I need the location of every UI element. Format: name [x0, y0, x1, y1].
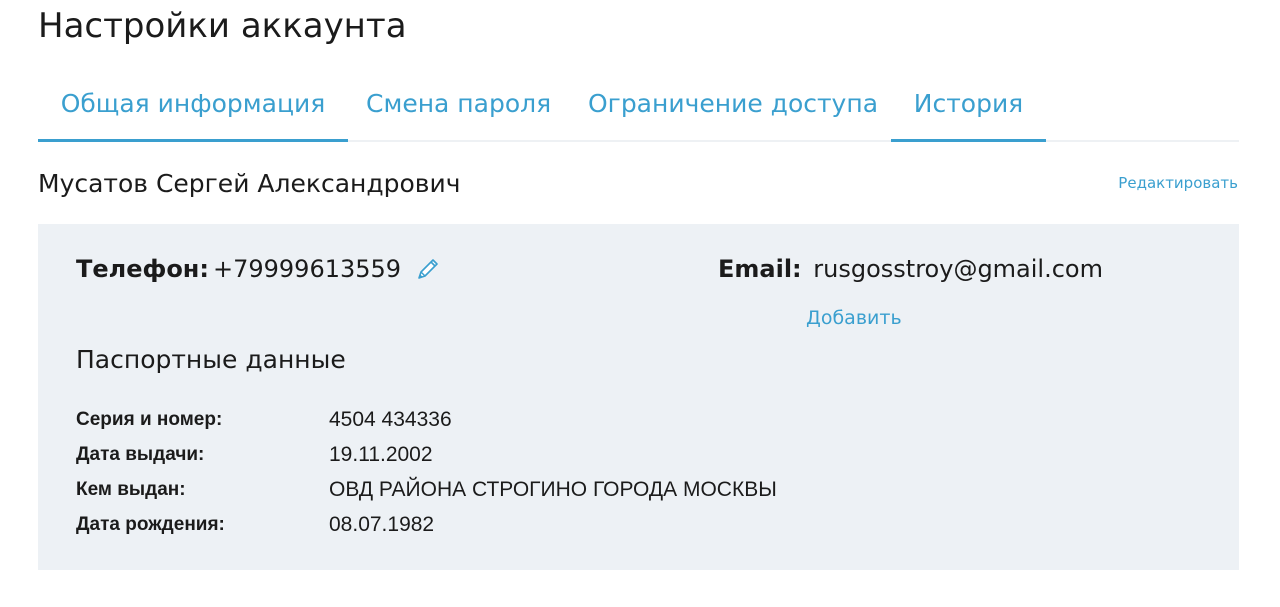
passport-value: 4504 434336	[329, 408, 452, 431]
pencil-icon[interactable]	[415, 256, 441, 282]
passport-value: 08.07.1982	[329, 513, 435, 536]
passport-row-issued-by: Кем выдан: ОВД РАЙОНА СТРОГИНО ГОРОДА МО…	[76, 472, 777, 507]
passport-label: Дата выдачи:	[76, 444, 205, 465]
tab-change-password[interactable]: Смена пароля	[366, 78, 551, 142]
passport-value: ОВД РАЙОНА СТРОГИНО ГОРОДА МОСКВЫ	[329, 478, 777, 501]
email-label: Email:	[718, 255, 802, 283]
passport-details: Серия и номер: 4504 434336 Дата выдачи: …	[76, 402, 777, 542]
passport-label: Дата рождения:	[76, 514, 225, 535]
phone-label: Телефон:	[76, 255, 209, 283]
edit-profile-link[interactable]: Редактировать	[1118, 172, 1238, 194]
tab-general-info[interactable]: Общая информация	[38, 78, 348, 142]
phone-value: +79999613559	[212, 255, 402, 283]
email-value: rusgosstroy@gmail.com	[813, 255, 1103, 283]
passport-section-title: Паспортные данные	[76, 345, 346, 374]
tab-history[interactable]: История	[891, 78, 1046, 142]
page-title: Настройки аккаунта	[38, 6, 407, 46]
passport-label: Серия и номер:	[76, 409, 223, 430]
add-email-link[interactable]: Добавить	[806, 304, 902, 332]
passport-row-birth-date: Дата рождения: 08.07.1982	[76, 507, 777, 542]
passport-row-issue-date: Дата выдачи: 19.11.2002	[76, 437, 777, 472]
passport-row-number: Серия и номер: 4504 434336	[76, 402, 777, 437]
tab-bar: Общая информация Смена пароля Ограничени…	[38, 78, 1239, 142]
phone-row: Телефон: +79999613559	[76, 252, 441, 286]
passport-value: 19.11.2002	[329, 443, 433, 466]
user-full-name: Мусатов Сергей Александрович	[38, 169, 461, 198]
passport-label: Кем выдан:	[76, 479, 186, 500]
profile-info-card: Телефон: +79999613559 Email: rusgosstroy…	[38, 224, 1239, 570]
email-row: Email: rusgosstroy@gmail.com	[718, 252, 1103, 286]
tab-access-restriction[interactable]: Ограничение доступа	[588, 78, 878, 142]
